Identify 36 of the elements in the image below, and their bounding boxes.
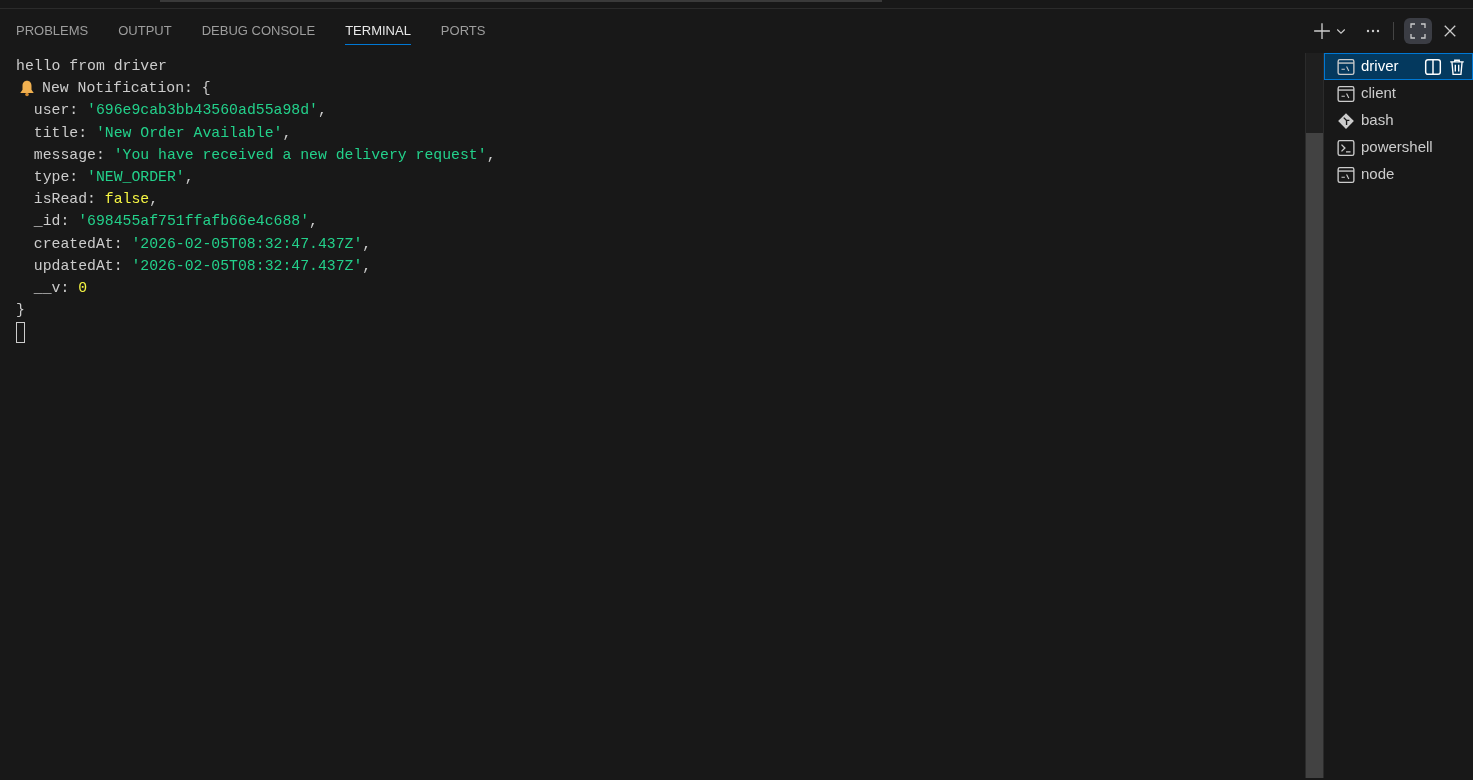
terminal-prompt-icon bbox=[1337, 138, 1355, 157]
split-icon[interactable] bbox=[1424, 57, 1442, 76]
terminal-cursor bbox=[16, 322, 25, 344]
terminal-line: __v: 0 bbox=[32, 278, 88, 298]
terminal-list-item[interactable]: bash bbox=[1324, 107, 1473, 134]
panel-tab[interactable]: TERMINAL bbox=[345, 17, 411, 45]
terminal-line: } bbox=[16, 301, 25, 321]
terminal-line: createdAt: '2026-02-05T08:32:47.437Z', bbox=[32, 234, 372, 254]
panel-tab[interactable]: PORTS bbox=[440, 17, 486, 45]
terminal-line: title: 'New Order Available', bbox=[32, 123, 292, 143]
trash-icon[interactable] bbox=[1448, 57, 1466, 76]
terminal-list-item[interactable]: node bbox=[1324, 161, 1473, 188]
terminal-line: hello from driver bbox=[16, 57, 167, 76]
terminal-list-item[interactable]: client bbox=[1324, 80, 1473, 107]
bell-icon bbox=[18, 79, 36, 98]
terminal-line: message: 'You have received a new delivery request', bbox=[32, 145, 496, 165]
terminal-line: isRead: false, bbox=[32, 190, 159, 210]
panel-tab[interactable]: OUTPUT bbox=[118, 17, 172, 45]
add-icon[interactable] bbox=[1313, 22, 1331, 40]
panel-tab[interactable]: PROBLEMS bbox=[16, 17, 89, 45]
terminal-line: user: '696e9cab3bb43560ad55a98d', bbox=[32, 101, 327, 121]
scrollbar-thumb[interactable] bbox=[1306, 133, 1323, 778]
terminal-line: New Notification: { bbox=[42, 79, 211, 99]
maximize-icon bbox=[1410, 23, 1426, 39]
terminal-list-item[interactable]: powershell bbox=[1324, 134, 1473, 161]
terminal-line: _id: '698455af751ffafb66e4c688', bbox=[32, 212, 318, 232]
maximize-button[interactable] bbox=[1404, 18, 1432, 44]
console-window-icon bbox=[1337, 84, 1355, 103]
panel-tab[interactable]: DEBUG CONSOLE bbox=[201, 17, 316, 45]
terminal-list-item[interactable]: driver bbox=[1324, 53, 1473, 80]
terminal-line: updatedAt: '2026-02-05T08:32:47.437Z', bbox=[32, 256, 372, 276]
diamond-icon bbox=[1337, 111, 1355, 130]
close-icon[interactable] bbox=[1443, 24, 1457, 38]
terminal-line: type: 'NEW_ORDER', bbox=[32, 167, 194, 187]
console-window-icon bbox=[1337, 57, 1355, 76]
console-window-icon bbox=[1337, 165, 1355, 184]
